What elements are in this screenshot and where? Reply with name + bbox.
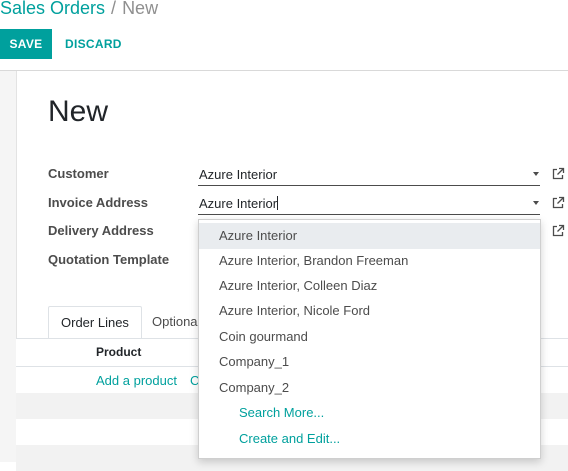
dropdown-item[interactable]: Company_1 [199, 349, 540, 375]
breadcrumb-sales-orders[interactable]: Sales Orders [0, 0, 105, 18]
dropdown-item[interactable]: Company_2 [199, 375, 540, 401]
invoice-address-value: Azure Interior [199, 196, 279, 211]
dropdown-item[interactable]: Azure Interior, Colleen Diaz [199, 273, 540, 299]
control-panel: Sales Orders / New SAVE DISCARD [0, 0, 568, 71]
add-product-link[interactable]: Add a product [96, 373, 177, 388]
record-title: New [48, 95, 109, 128]
column-header-product: Product [96, 345, 142, 359]
breadcrumb-separator: / [111, 0, 117, 18]
quotation-template-label: Quotation Template [48, 252, 170, 267]
customer-label: Customer [48, 166, 109, 181]
breadcrumb-current: New [122, 0, 159, 18]
customer-value: Azure Interior [199, 167, 278, 182]
dropdown-item[interactable]: Coin gourmand [199, 324, 540, 350]
autocomplete-dropdown: Azure Interior Azure Interior, Brandon F… [198, 219, 541, 459]
delivery-address-label: Delivery Address [48, 223, 154, 238]
save-button[interactable]: SAVE [0, 29, 52, 59]
dropdown-item[interactable]: Azure Interior [199, 223, 540, 249]
caret-down-icon[interactable] [533, 172, 539, 176]
text-cursor [277, 196, 279, 210]
caret-down-icon[interactable] [533, 201, 539, 205]
external-link-icon[interactable] [551, 167, 565, 181]
breadcrumb: Sales Orders / New [0, 0, 158, 19]
customer-field[interactable]: Azure Interior [198, 163, 540, 186]
search-more-link[interactable]: Search More... [199, 400, 540, 426]
invoice-address-field[interactable]: Azure Interior [198, 192, 540, 215]
discard-button[interactable]: DISCARD [65, 29, 122, 59]
dropdown-item[interactable]: Azure Interior, Nicole Ford [199, 298, 540, 324]
invoice-address-label: Invoice Address [48, 195, 148, 210]
dropdown-item[interactable]: Azure Interior, Brandon Freeman [199, 248, 540, 274]
tab-order-lines[interactable]: Order Lines [48, 306, 142, 340]
external-link-icon[interactable] [551, 224, 565, 238]
external-link-icon[interactable] [551, 196, 565, 210]
create-and-edit-link[interactable]: Create and Edit... [199, 426, 540, 452]
